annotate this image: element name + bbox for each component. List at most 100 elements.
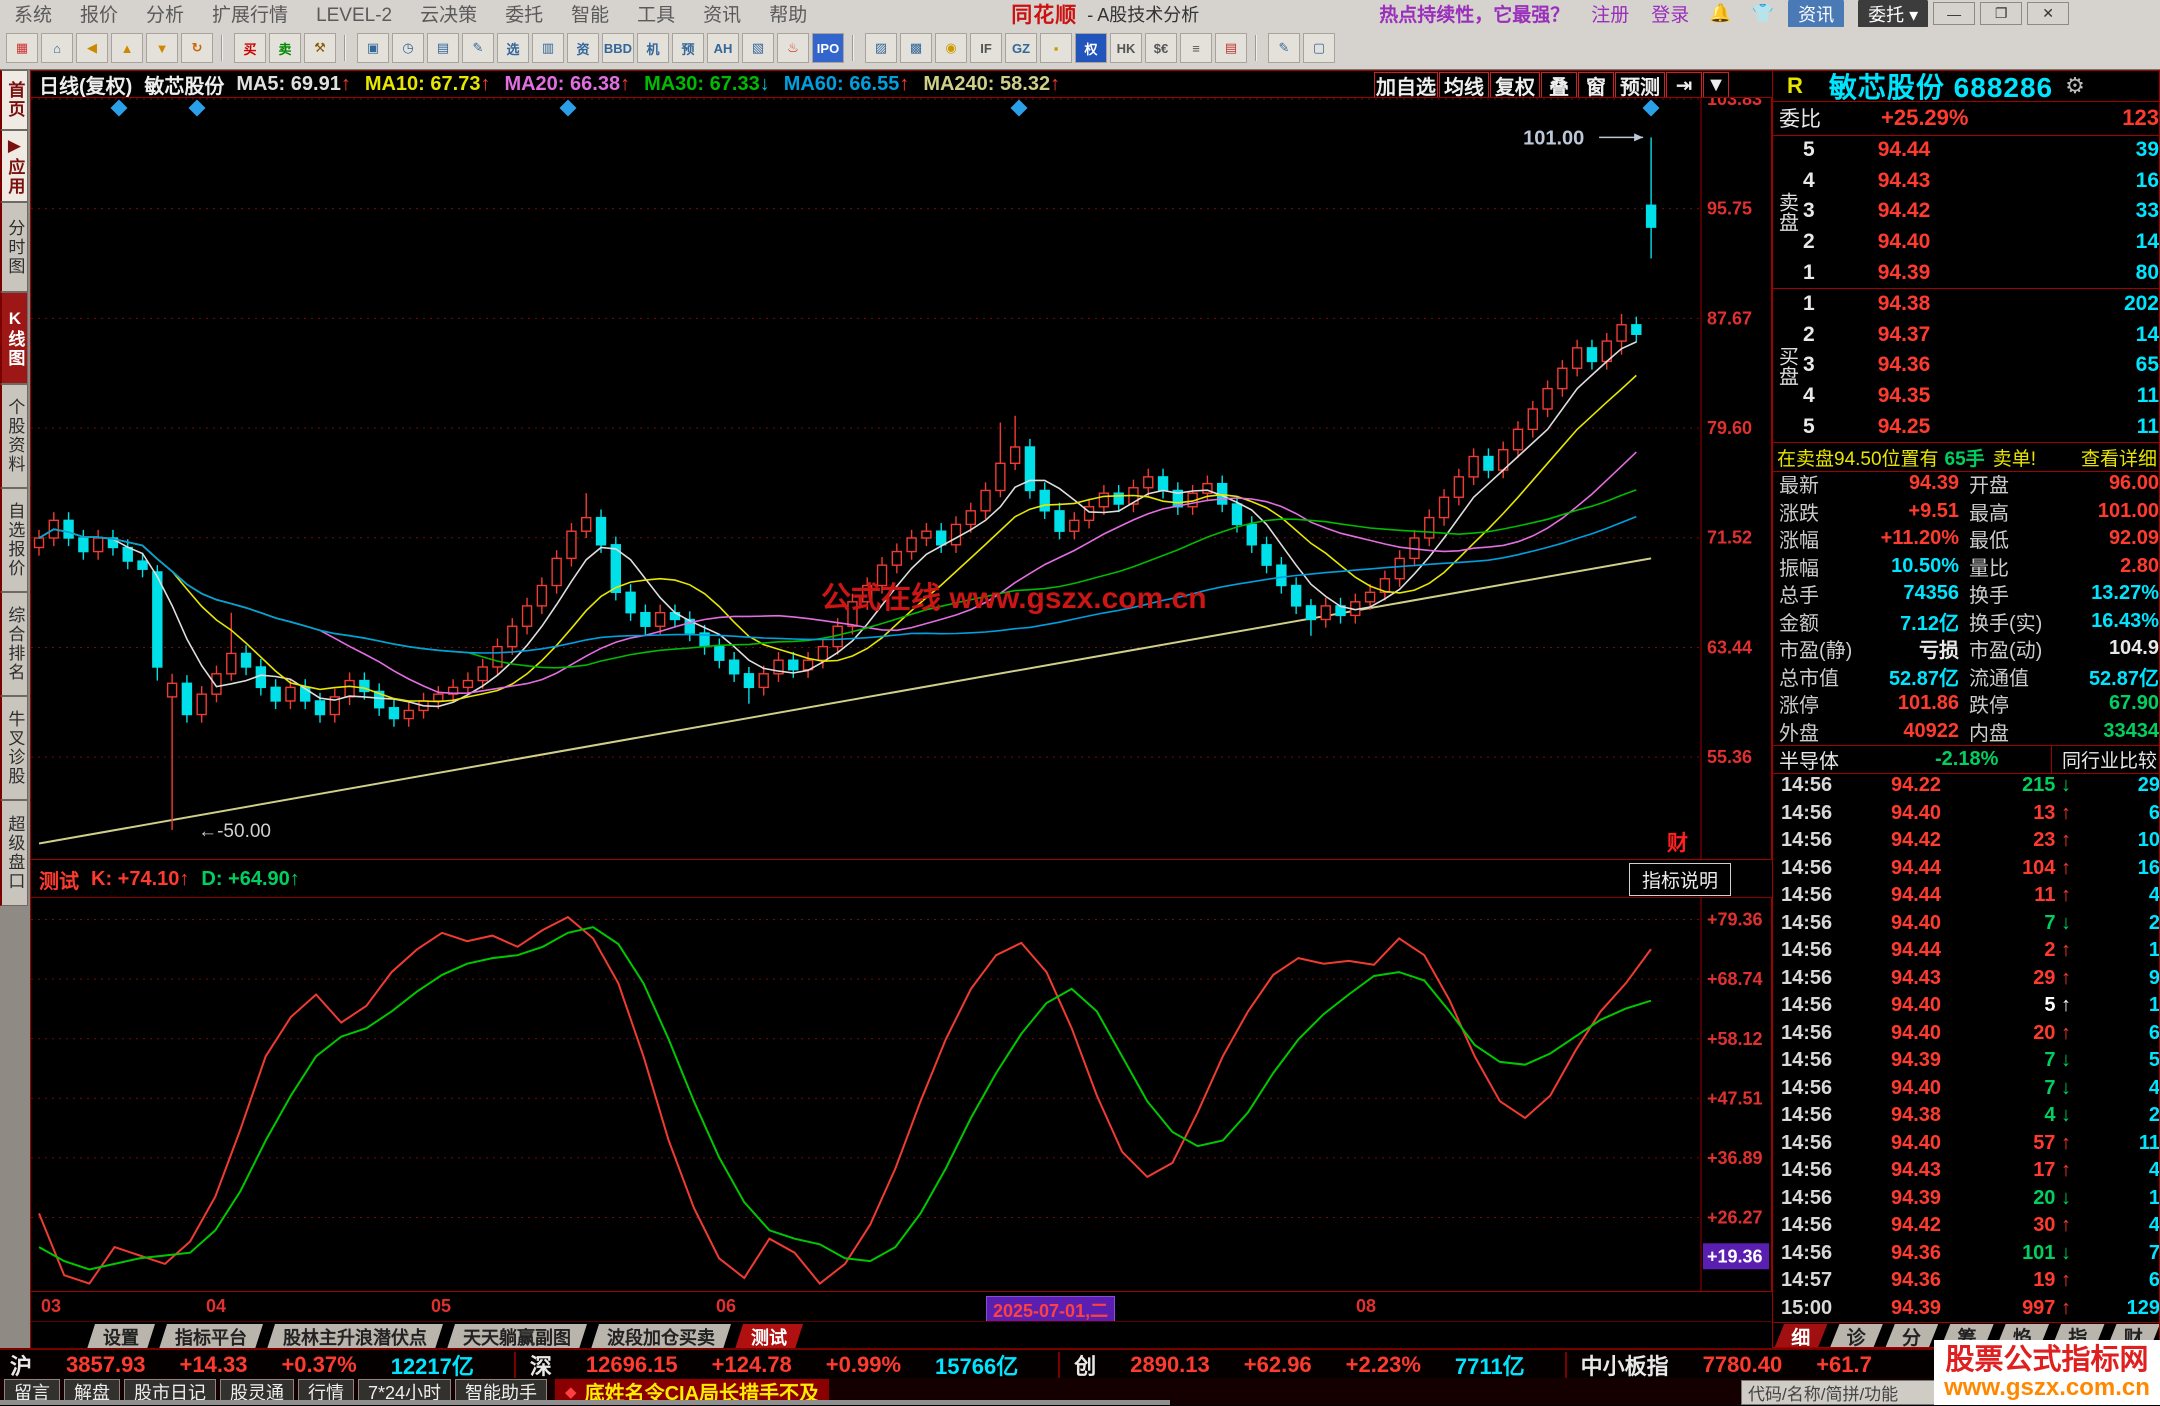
sidebar-item-个股资料[interactable]: 个股资料 (0, 384, 28, 488)
menu-资讯[interactable]: 资讯 (689, 5, 755, 26)
indicator-tab-指标平台[interactable]: 指标平台 (159, 1324, 263, 1349)
forecast-icon[interactable]: 预 (672, 33, 704, 63)
sell-icon[interactable]: 卖 (269, 33, 301, 63)
coin-icon[interactable]: ◉ (935, 33, 967, 63)
report-icon[interactable]: ▤ (427, 33, 459, 63)
hk-icon[interactable]: HK (1110, 33, 1142, 63)
menu-帮助[interactable]: 帮助 (755, 5, 821, 26)
panel-tab-分[interactable]: 分 (1885, 1324, 1938, 1348)
chevron-down-icon[interactable]: ▼ (1703, 72, 1729, 98)
hot-icon[interactable]: ♨ (777, 33, 809, 63)
down-icon[interactable]: ▼ (146, 33, 178, 63)
menu-LEVEL-2[interactable]: LEVEL-2 (302, 5, 406, 26)
period-label[interactable]: 日线(复权) (39, 70, 132, 99)
menu-系统[interactable]: 系统 (0, 5, 66, 26)
trade-button[interactable]: 委托 ▾ (1858, 0, 1929, 29)
restore-button[interactable]: ❐ (1980, 2, 2023, 25)
kdj-chart[interactable]: +79.36 +68.74 +58.12 +47.51 +36.89 +26.27 +19.… (31, 897, 1773, 1292)
indicator-tab-波段加仓买卖[interactable]: 波段加仓买卖 (591, 1324, 731, 1349)
machine-icon[interactable]: 机 (637, 33, 669, 63)
notice-detail-link[interactable]: 查看详细 (2081, 444, 2157, 471)
sidebar-item-自选报价[interactable]: 自选报价 (0, 488, 28, 592)
forex-icon[interactable]: $€ (1145, 33, 1177, 63)
sector-name[interactable]: 半导体 (1779, 745, 1839, 774)
option-icon[interactable]: 权 (1075, 33, 1107, 63)
menu-云决策[interactable]: 云决策 (406, 5, 491, 26)
sidebar-item-超级盘口[interactable]: 超级盘口 (0, 800, 28, 906)
cai-label[interactable]: 财 (1667, 832, 1688, 855)
bbd-icon[interactable]: BBD (602, 33, 634, 63)
next-stock-icon[interactable]: ⇥ (1666, 72, 1702, 98)
stock-pick-icon[interactable]: 选 (497, 33, 529, 63)
indicator-help-button[interactable]: 指标说明 (1629, 862, 1732, 896)
sidebar-item-分时图[interactable]: 分时图 (0, 202, 28, 292)
stock-code-input[interactable]: 代码/名称/简拼/功能 (1741, 1380, 1935, 1405)
buy-icon[interactable]: 买 (234, 33, 266, 63)
skin-icon[interactable]: 👕 (1752, 3, 1774, 24)
kline-icon[interactable]: ▩ (900, 33, 932, 63)
chart-button-窗[interactable]: 窗 (1578, 72, 1614, 99)
close-button[interactable]: ✕ (2027, 2, 2070, 25)
login-link[interactable]: 登录 (1651, 0, 1689, 27)
info-icon[interactable]: 资 (567, 33, 599, 63)
candle-body (152, 571, 163, 668)
bank-icon[interactable]: ≡ (1180, 33, 1212, 63)
menu-工具[interactable]: 工具 (623, 5, 689, 26)
gear-icon[interactable]: ⚙ (2065, 73, 2085, 99)
horizontal-scrollbar[interactable] (0, 1400, 1170, 1405)
chart-button-复权[interactable]: 复权 (1490, 72, 1540, 99)
ipo-icon[interactable]: IPO (812, 33, 844, 63)
trend-icon[interactable]: ▨ (865, 33, 897, 63)
toolbar-separator (344, 35, 352, 61)
chart-button-叠[interactable]: 叠 (1541, 72, 1577, 99)
sidebar-item-牛叉诊股[interactable]: 牛叉诊股 (0, 696, 28, 800)
register-link[interactable]: 注册 (1591, 0, 1629, 27)
windows-icon[interactable]: ▦ (6, 33, 38, 63)
panel-tab-细[interactable]: 细 (1774, 1324, 1827, 1348)
sidebar-item-首页[interactable]: 首页 (0, 70, 28, 130)
menu-委托[interactable]: 委托 (491, 5, 557, 26)
candle-body (1631, 324, 1642, 335)
panel-icon[interactable]: ▣ (357, 33, 389, 63)
refresh-icon[interactable]: ↻ (181, 33, 213, 63)
chart-button-预测[interactable]: 预测 (1615, 72, 1665, 99)
home-icon[interactable]: ⌂ (41, 33, 73, 63)
ah-icon[interactable]: AH (707, 33, 739, 63)
menu-报价[interactable]: 报价 (66, 5, 132, 26)
us-market-icon[interactable]: ▤ (1215, 33, 1247, 63)
menu-智能[interactable]: 智能 (557, 5, 623, 26)
minimize-button[interactable]: — (1933, 2, 1976, 25)
back-icon[interactable]: ◀ (76, 33, 108, 63)
kline-chart[interactable]: 103.83 95.75 87.67 79.60 71.52 63.44 55.36 公式在线… (31, 89, 1773, 860)
menu-分析[interactable]: 分析 (132, 5, 198, 26)
clock-icon[interactable]: ◷ (392, 33, 424, 63)
indicator-tab-天天躺赢副图[interactable]: 天天躺赢副图 (447, 1324, 587, 1349)
sidebar-item-综合排名[interactable]: 综合排名 (0, 592, 28, 696)
edit-icon[interactable]: ✎ (462, 33, 494, 63)
up-icon[interactable]: ▲ (111, 33, 143, 63)
edit2-icon[interactable]: ✎ (1268, 33, 1300, 63)
notification-bell-icon[interactable]: 🔔 (1709, 3, 1731, 24)
indicator-tab-测试[interactable]: 测试 (735, 1324, 803, 1349)
promo-link[interactable]: 热点持续性，它最强？ (1379, 0, 1569, 27)
tick-price: 94.44 (1890, 884, 1942, 907)
chart-button-均线[interactable]: 均线 (1439, 72, 1489, 99)
sidebar-item-K线图[interactable]: K线图 (0, 292, 28, 384)
gz-icon[interactable]: GZ (1005, 33, 1037, 63)
if-icon[interactable]: IF (970, 33, 1002, 63)
lock-icon[interactable]: ▪ (1040, 33, 1072, 63)
chart-button-加自选[interactable]: 加自选 (1374, 72, 1438, 99)
doc-icon[interactable]: ▥ (532, 33, 564, 63)
panel-tab-诊[interactable]: 诊 (1829, 1324, 1882, 1348)
indicator-tab-设置[interactable]: 设置 (87, 1324, 155, 1349)
news-button[interactable]: 资讯 (1788, 0, 1845, 29)
auction-icon[interactable]: ⚒ (304, 33, 336, 63)
sidebar-item-应用[interactable]: ▶应用 (0, 130, 28, 202)
news-icon[interactable]: ▧ (742, 33, 774, 63)
industry-compare-link[interactable]: 同行业比较 (2050, 746, 2157, 773)
arrow-down-icon: ↓ (2061, 1104, 2071, 1127)
indicator-tab-股林主升浪潜伏点[interactable]: 股林主升浪潜伏点 (267, 1324, 443, 1349)
board-icon[interactable]: ▢ (1303, 33, 1335, 63)
menu-扩展行情[interactable]: 扩展行情 (198, 5, 302, 26)
index-value: 12696.15 (585, 1352, 678, 1377)
